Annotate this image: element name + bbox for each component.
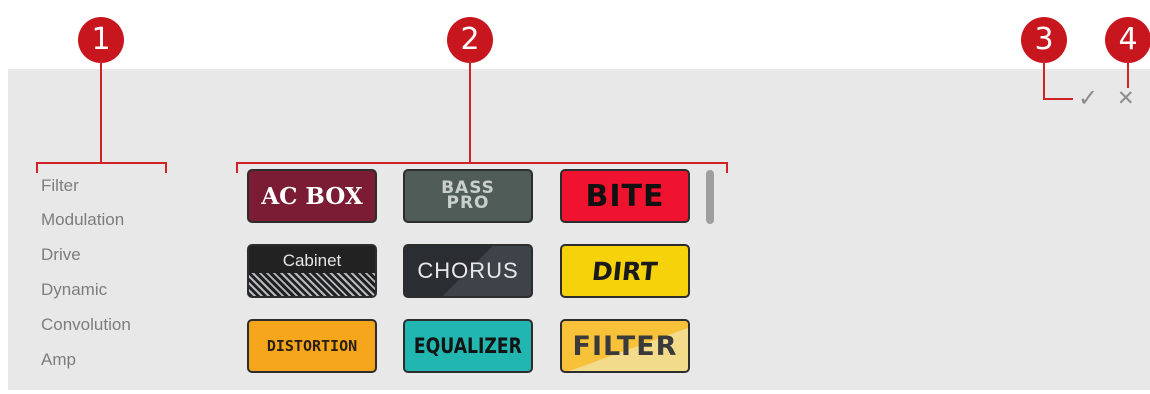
- callout-2-bracket-right: [726, 162, 728, 173]
- tile-label-line2: PRO: [446, 193, 490, 213]
- tile-dirt[interactable]: DIRT: [560, 244, 690, 298]
- tile-label: DIRT: [590, 256, 660, 286]
- callout-2-bracket: [236, 162, 728, 164]
- tile-cabinet[interactable]: Cabinet: [247, 244, 377, 298]
- tile-label: Cabinet: [282, 251, 342, 270]
- callout-3: 3: [1021, 17, 1067, 63]
- tile-bass-pro[interactable]: BASS PRO: [403, 169, 533, 223]
- callout-4: 4: [1105, 17, 1150, 63]
- tile-chorus[interactable]: CHORUS: [403, 244, 533, 298]
- category-filter[interactable]: Filter: [41, 176, 79, 196]
- cabinet-grille: [249, 273, 375, 296]
- callout-2-bracket-left: [236, 162, 238, 173]
- callout-2: 2: [447, 17, 493, 63]
- callout-1-bracket-left: [36, 162, 38, 173]
- tiles-scrollbar[interactable]: [706, 170, 714, 224]
- callout-3-leader: [1043, 98, 1073, 100]
- tile-distortion[interactable]: DISTORTION: [247, 319, 377, 373]
- category-amp[interactable]: Amp: [41, 350, 76, 370]
- callout-1-bracket: [36, 162, 167, 164]
- category-dynamic[interactable]: Dynamic: [41, 280, 107, 300]
- tile-label: CHORUS: [417, 258, 519, 283]
- tile-filter[interactable]: FILTER: [560, 319, 690, 373]
- tile-label: EQUALIZER: [413, 334, 523, 358]
- tile-label: FILTER: [572, 330, 678, 362]
- confirm-button[interactable]: ✓: [1078, 84, 1098, 112]
- category-convolution[interactable]: Convolution: [41, 315, 131, 335]
- callout-1-bracket-right: [165, 162, 167, 173]
- tile-label: AC BOX: [261, 182, 363, 210]
- tile-bite[interactable]: BITE: [560, 169, 690, 223]
- tile-label: BITE: [585, 178, 665, 214]
- tile-equalizer[interactable]: EQUALIZER: [403, 319, 533, 373]
- check-icon: ✓: [1078, 84, 1099, 112]
- tile-ac-box[interactable]: AC BOX: [247, 169, 377, 223]
- category-drive[interactable]: Drive: [41, 245, 81, 265]
- callout-3-line: [1043, 60, 1045, 100]
- callout-2-line: [469, 60, 471, 164]
- callout-1: 1: [78, 17, 124, 63]
- tile-label: DISTORTION: [266, 337, 358, 355]
- category-modulation[interactable]: Modulation: [41, 210, 124, 230]
- close-icon: ✕: [1117, 86, 1135, 110]
- callout-1-line: [100, 60, 102, 164]
- close-button[interactable]: ✕: [1117, 86, 1135, 110]
- callout-4-line: [1127, 60, 1129, 88]
